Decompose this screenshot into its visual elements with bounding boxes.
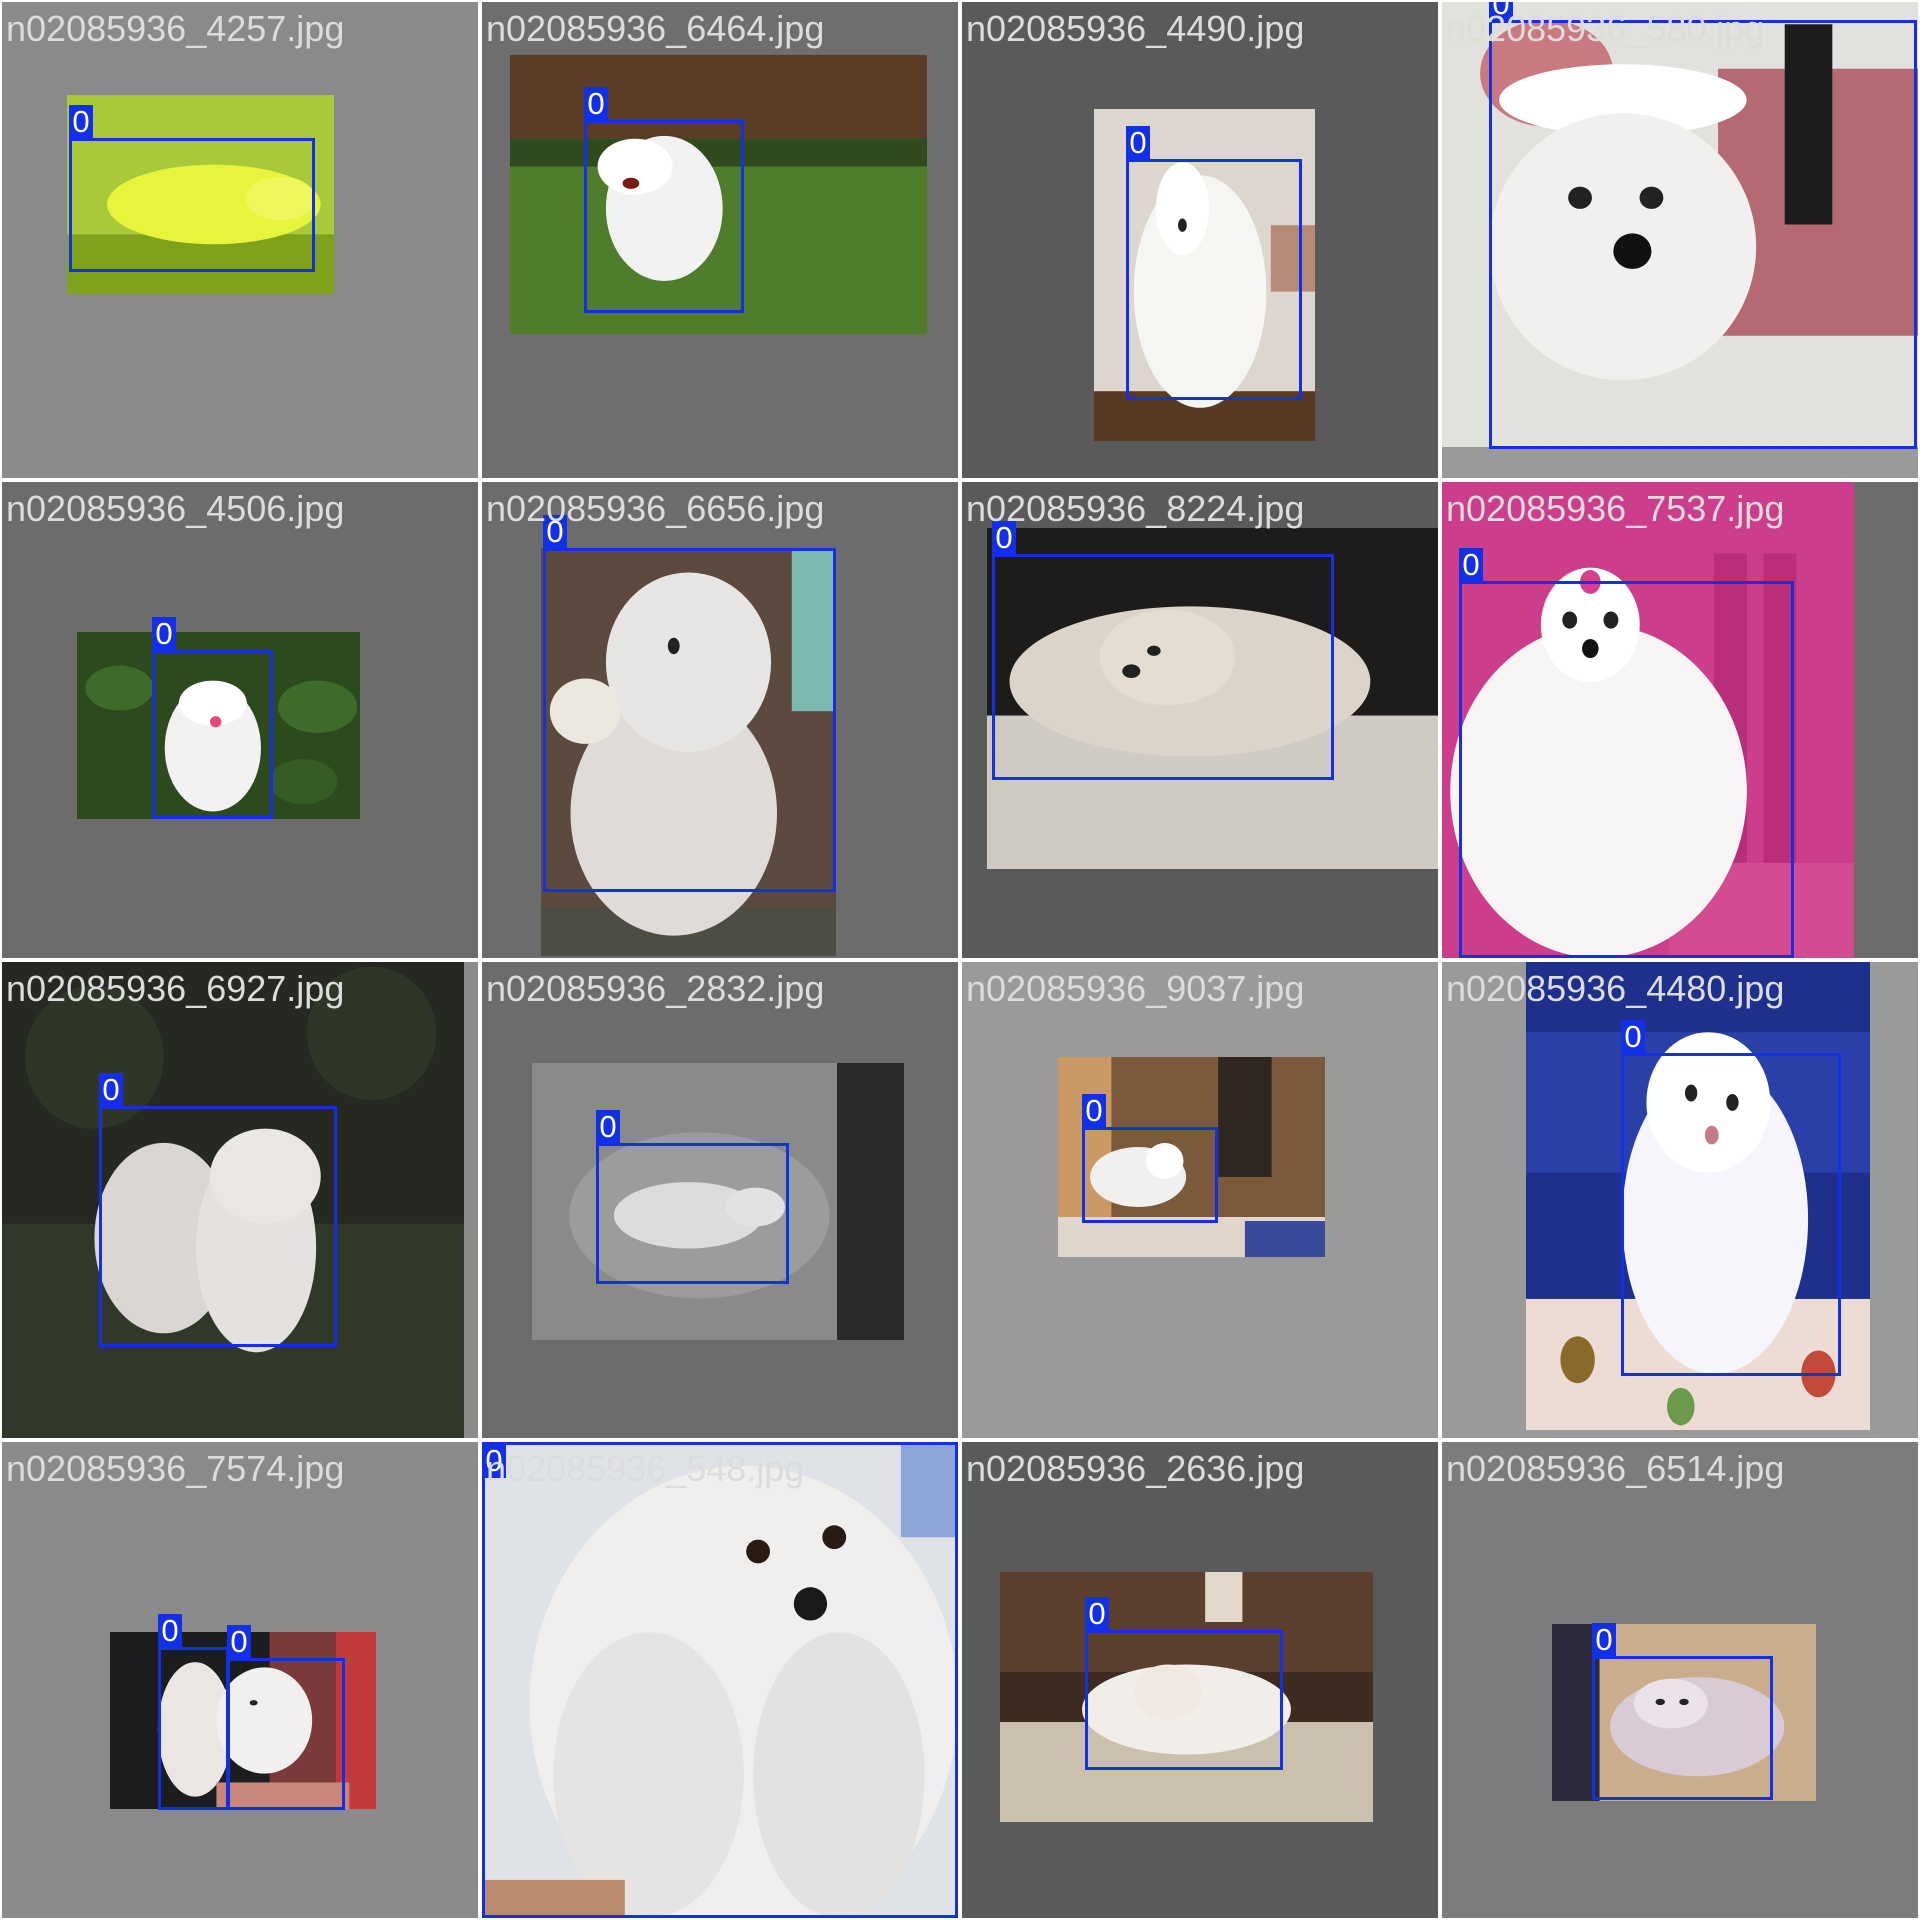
bounding-box: 0 — [596, 1110, 789, 1284]
bounding-box: 0 — [1085, 1597, 1283, 1770]
filename-label: n02085936_4490.jpg — [966, 8, 1305, 49]
bounding-box: 0 — [152, 617, 273, 819]
class-label: 0 — [596, 1110, 620, 1144]
image-tile[interactable]: 0 n02085936_580.jpg — [1442, 2, 1918, 478]
filename-label: n02085936_2636.jpg — [966, 1448, 1305, 1489]
image-tile[interactable]: 0 n02085936_7537.jpg — [1442, 482, 1918, 958]
image-tile[interactable]: 0 n02085936_9037.jpg — [962, 962, 1438, 1438]
bounding-box: 0 — [1489, 2, 1917, 449]
image-tile[interactable]: 0 n02085936_4506.jpg — [2, 482, 478, 958]
bounding-box: 0 — [1621, 1020, 1841, 1376]
class-label: 0 — [99, 1073, 123, 1107]
class-label: 0 — [1592, 1623, 1616, 1657]
filename-label: n02085936_580.jpg — [1446, 8, 1765, 49]
detection-mosaic: 0 n02085936_4257.jpg 0 n02085936_6464.jp… — [0, 0, 1920, 1920]
image-tile[interactable]: 0 n02085936_2636.jpg — [962, 1442, 1438, 1918]
class-label: 0 — [152, 617, 176, 651]
class-label: 0 — [1126, 126, 1150, 160]
filename-label: n02085936_548.jpg — [486, 1448, 805, 1489]
image-tile[interactable]: 0 n02085936_6927.jpg — [2, 962, 478, 1438]
class-label: 0 — [227, 1625, 251, 1659]
bounding-box: 0 — [584, 87, 744, 313]
bounding-box: 0 — [1459, 548, 1794, 958]
bounding-box: 0 — [543, 515, 836, 892]
image-tile[interactable]: 0 n02085936_8224.jpg — [962, 482, 1438, 958]
filename-label: n02085936_6656.jpg — [486, 488, 825, 529]
filename-label: n02085936_9037.jpg — [966, 968, 1305, 1009]
filename-label: n02085936_8224.jpg — [966, 488, 1305, 529]
filename-label: n02085936_6464.jpg — [486, 8, 825, 49]
bounding-box: 0 — [69, 105, 315, 272]
image-tile[interactable]: 0 n02085936_4257.jpg — [2, 2, 478, 478]
image-tile[interactable]: 0 n02085936_548.jpg — [482, 1442, 958, 1918]
class-label: 0 — [158, 1614, 182, 1648]
bounding-box: 0 — [1082, 1094, 1218, 1223]
image-tile[interactable]: 0 n02085936_4490.jpg — [962, 2, 1438, 478]
filename-label: n02085936_4506.jpg — [6, 488, 345, 529]
bounding-box: 0 — [992, 521, 1334, 780]
image-tile[interactable]: 0 0 n02085936_7574.jpg — [2, 1442, 478, 1918]
image-tile[interactable]: 0 n02085936_2832.jpg — [482, 962, 958, 1438]
bounding-box: 0 — [482, 1442, 958, 1918]
image-tile[interactable]: 0 n02085936_4480.jpg — [1442, 962, 1918, 1438]
class-label: 0 — [1459, 548, 1483, 582]
class-label: 0 — [1082, 1094, 1106, 1128]
class-label: 0 — [1621, 1020, 1645, 1054]
bounding-box: 0 — [99, 1073, 337, 1347]
class-label: 0 — [69, 105, 93, 139]
bounding-box: 0 — [1592, 1623, 1773, 1800]
filename-label: n02085936_4480.jpg — [1446, 968, 1785, 1009]
filename-label: n02085936_7537.jpg — [1446, 488, 1785, 529]
filename-label: n02085936_6514.jpg — [1446, 1448, 1785, 1489]
bounding-box: 0 — [227, 1625, 345, 1810]
bounding-box: 0 — [158, 1614, 229, 1810]
image-tile[interactable]: 0 n02085936_6514.jpg — [1442, 1442, 1918, 1918]
image-tile[interactable]: 0 n02085936_6464.jpg — [482, 2, 958, 478]
class-label: 0 — [1085, 1597, 1109, 1631]
class-label: 0 — [584, 87, 608, 121]
filename-label: n02085936_6927.jpg — [6, 968, 345, 1009]
bounding-box: 0 — [1126, 126, 1302, 400]
filename-label: n02085936_2832.jpg — [486, 968, 825, 1009]
filename-label: n02085936_7574.jpg — [6, 1448, 345, 1489]
filename-label: n02085936_4257.jpg — [6, 8, 345, 49]
image-tile[interactable]: 0 n02085936_6656.jpg — [482, 482, 958, 958]
